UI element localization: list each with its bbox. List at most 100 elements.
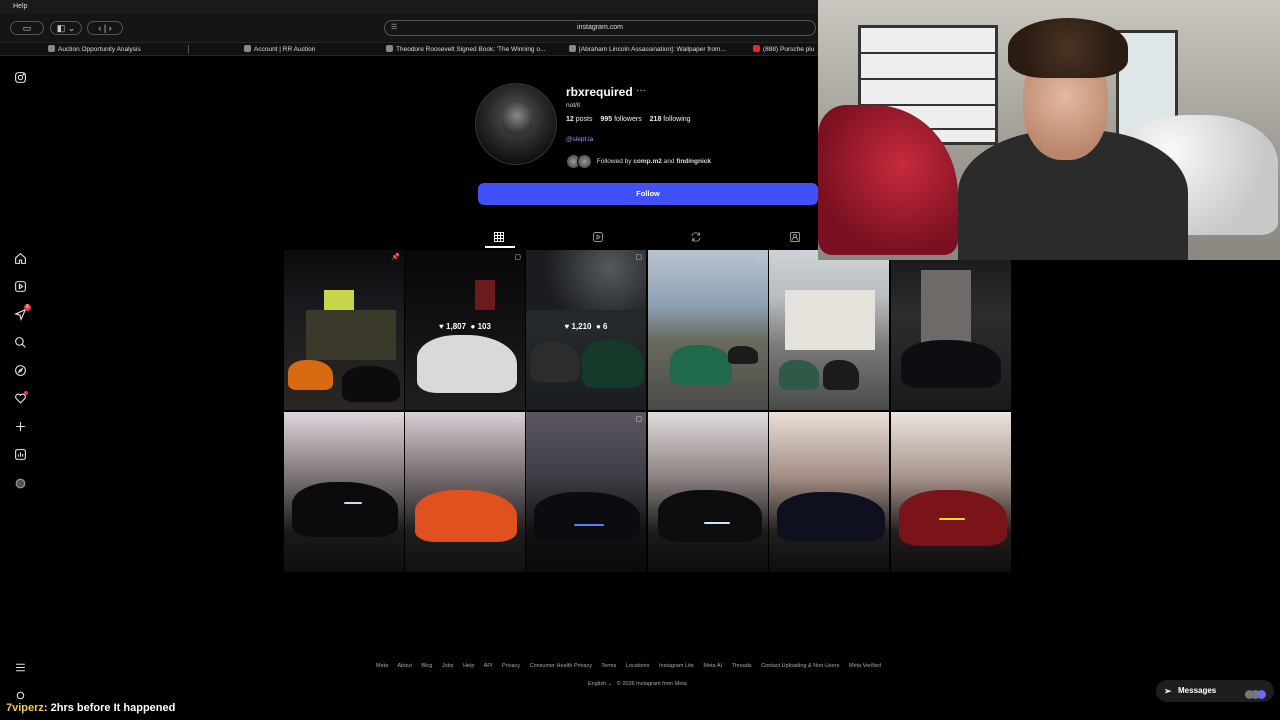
profile-username: rbxrequired [566,85,633,99]
profile-stats: 12 posts 995 followers 218 following [566,116,691,123]
post-tile[interactable]: ♥ 1,807 ● 103 ▢ [405,250,525,410]
tab-rr-auction[interactable]: Account | RR Auction [244,43,374,56]
post-image [823,360,859,390]
post-tile[interactable]: ▢ [405,412,525,572]
post-image [658,490,762,542]
post-image [530,342,580,382]
tab-lincoln-wallpaper[interactable]: [Abraham Lincoln Assassination]: Wallpap… [569,43,745,56]
footer-link[interactable]: Jobs [442,663,454,669]
notifications-icon[interactable] [13,391,28,406]
footer-link[interactable]: Help [463,663,474,669]
post-tile[interactable]: ▢ [648,412,768,572]
post-image [292,482,398,537]
comment-icon: ● [470,322,476,331]
dashboard-icon[interactable] [13,448,27,462]
sidebar-toggle-icon[interactable]: ◧ ⌄ [50,21,82,35]
search-icon[interactable] [13,336,27,350]
more-options-icon[interactable]: ··· [636,85,646,96]
post-image [582,340,644,388]
reels-icon[interactable] [13,280,27,294]
footer-link[interactable]: Meta [376,663,388,669]
stream-caption: 7viperz: 2hrs before It happened [4,702,178,714]
footer-link[interactable]: Consumer Health Privacy [530,663,592,669]
back-forward-buttons[interactable]: ‹ | › [87,21,123,35]
carousel-icon: ▢ [635,416,642,423]
tab-tagged-icon[interactable] [789,230,803,244]
post-tile[interactable]: ▢ [769,412,889,572]
chevron-down-icon: ⌄ [607,681,613,687]
post-image [417,335,517,393]
menu-icon[interactable] [13,661,27,675]
notification-badge: 6 [24,304,31,311]
profile-icon[interactable] [13,477,27,491]
footer-link[interactable]: Meta AI [703,663,722,669]
tab-favicon-icon [569,45,576,52]
tab-auction-analysis[interactable]: Auction Opportunity Analysis [48,43,186,56]
message-avatars [1245,686,1266,708]
messages-button[interactable]: ➢ Messages [1156,680,1274,702]
carousel-icon: ▢ [514,254,521,261]
footer-link[interactable]: About [397,663,411,669]
system-menubar: Help [0,0,818,14]
tab-posts-grid-icon[interactable] [493,230,507,244]
site-settings-icon[interactable]: ☰ [391,21,397,35]
footer-link[interactable]: Contact Uploading & Non-Users [761,663,839,669]
tab-reposts-icon[interactable] [690,230,704,244]
create-icon[interactable] [13,420,27,434]
tab-roosevelt-book[interactable]: Theodore Roosevelt Signed Book: 'The Win… [386,43,562,56]
webcam-overlay [818,0,1280,260]
footer-link[interactable]: Meta Verified [849,663,881,669]
profile-link[interactable]: @slept.la [566,136,593,143]
post-image [670,345,732,385]
followed-by[interactable]: Followed by comp.m2 and findingnick [566,154,711,170]
footer-link[interactable]: Threads [731,663,751,669]
posts-grid: 📌 ♥ 1,807 ● 103 ▢ ♥ 1,210 ● 6 ▢ ▢ ▢ ▢ ▢ … [284,250,1012,574]
post-tile[interactable]: ▢ [891,412,1011,572]
follow-button[interactable]: Follow [478,183,818,205]
footer-link[interactable]: Locations [626,663,650,669]
post-tile[interactable] [891,250,1011,410]
carousel-icon: ▢ [757,254,764,261]
carousel-icon: ▢ [757,416,764,423]
home-icon[interactable] [13,252,27,266]
footer-link[interactable]: Blog [421,663,432,669]
back-icon[interactable]: ‹ [98,23,101,33]
footer-link[interactable]: Terms [601,663,616,669]
tab-porsche[interactable]: (888) Porsche plu [753,43,818,56]
address-bar[interactable]: ☰ instagram.com [384,20,816,36]
post-tile[interactable]: ♥ 1,210 ● 6 ▢ [526,250,646,410]
footer-link[interactable]: Privacy [502,663,520,669]
threads-icon[interactable] [13,689,27,703]
post-image [344,502,362,504]
post-tile[interactable]: ▢ [648,250,768,410]
window-controls[interactable]: ▭ [10,21,44,35]
post-image [704,522,730,524]
footer-link[interactable]: Instagram Lite [659,663,694,669]
post-image [728,346,758,364]
menu-help[interactable]: Help [13,3,27,10]
post-tile[interactable]: 📌 [284,250,404,410]
carousel-icon: ▢ [514,416,521,423]
tab-reels-icon[interactable] [592,230,606,244]
footer-link[interactable]: API [484,663,493,669]
heart-icon: ♥ [439,322,444,331]
language-select[interactable]: English ⌄ [588,681,612,687]
footer-links: Meta About Blog Jobs Help API Privacy Co… [376,663,889,669]
followers-stat[interactable]: 995 followers [600,116,641,123]
forward-icon[interactable]: › [109,23,112,33]
messages-icon: ➢ [1164,686,1172,696]
post-tile[interactable]: ▢ [284,412,404,572]
post-image [288,360,333,390]
post-tile[interactable] [769,250,889,410]
messages-icon[interactable]: 6 [13,304,31,322]
browser-toolbar: ▭ ◧ ⌄ ‹ | › ☰ instagram.com [0,14,818,42]
posts-stat: 12 posts [566,116,593,123]
explore-icon[interactable] [13,364,27,378]
post-tile[interactable]: ▢ [526,412,646,572]
profile-bio: not/it [566,102,581,109]
profile-avatar[interactable] [475,83,557,165]
instagram-icon[interactable] [13,71,27,85]
post-stats: ♥ 1,807 ● 103 [439,322,491,331]
avatar [577,154,592,169]
following-stat[interactable]: 218 following [650,116,691,123]
